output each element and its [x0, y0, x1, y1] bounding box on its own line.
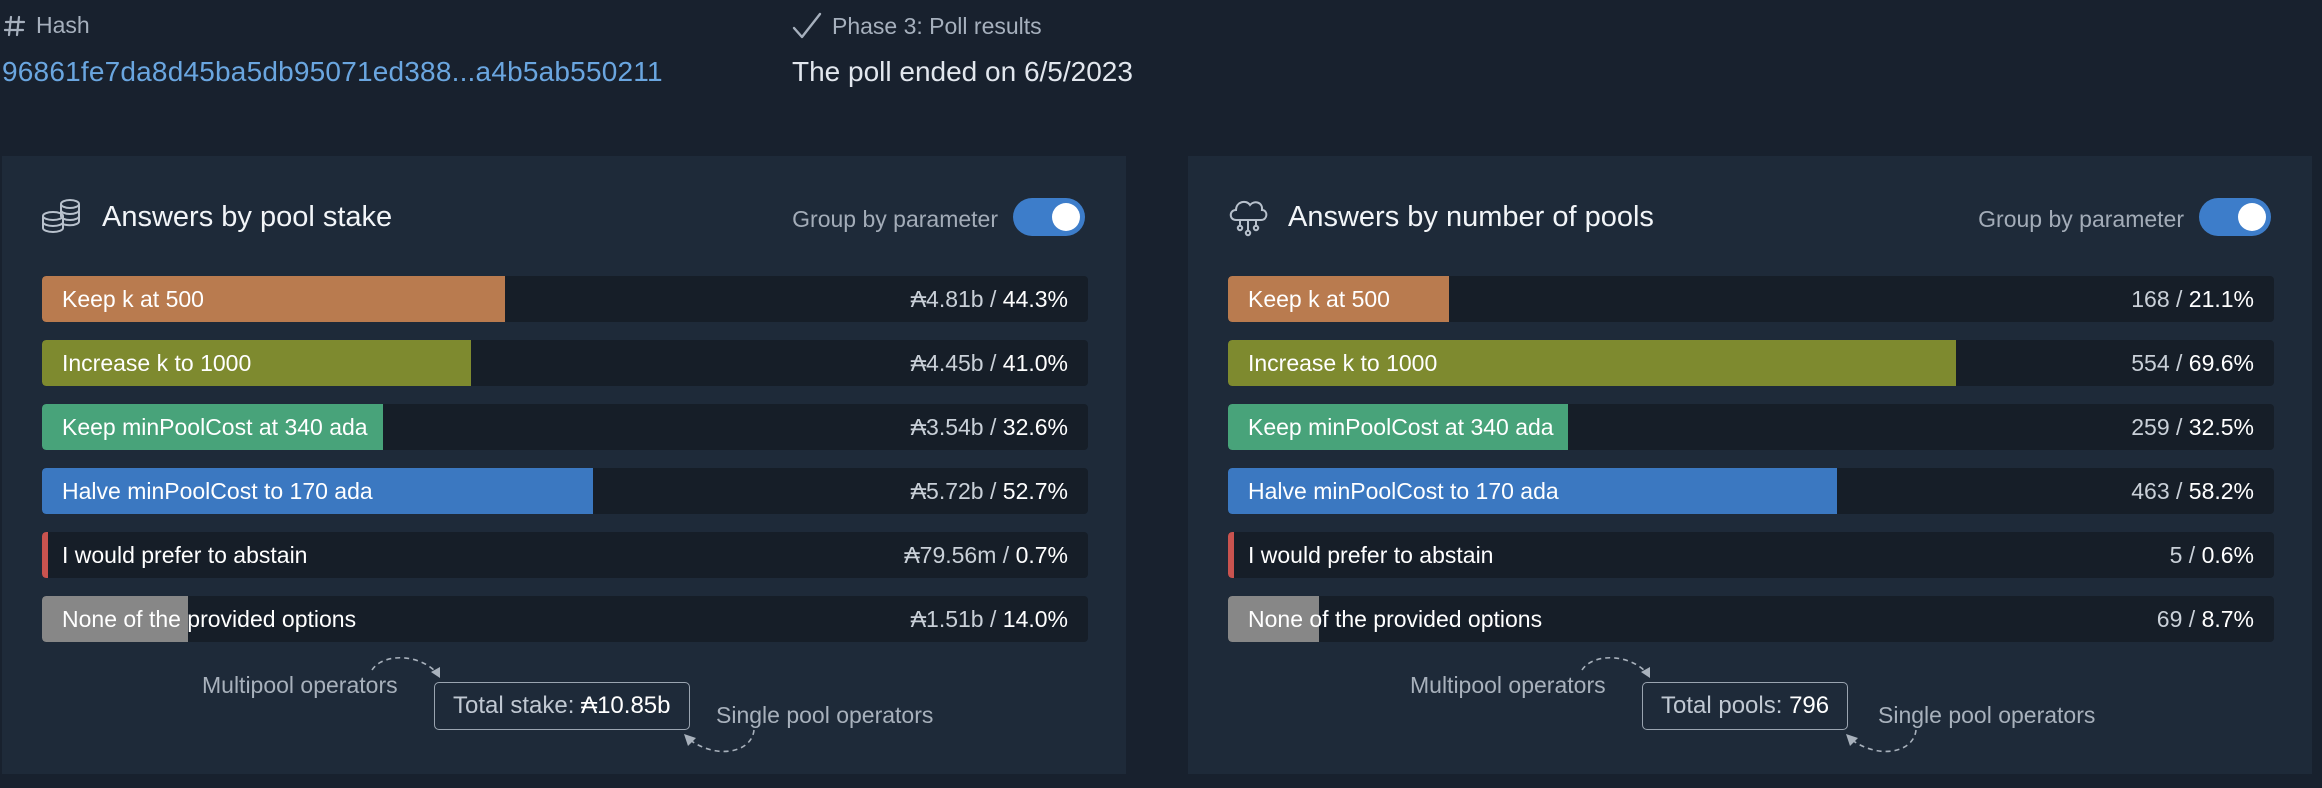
total-stake-value: ₳10.85b — [581, 692, 671, 719]
answer-percent: 32.5% — [2188, 414, 2254, 440]
answer-percent: 44.3% — [1002, 286, 1068, 312]
coins-icon — [42, 199, 80, 234]
answer-value: 69 / 8.7% — [2156, 606, 2254, 632]
total-pools-box: Total pools: 796 — [1642, 682, 1849, 730]
poll-ended-text: The poll ended on 6/5/2023 — [792, 56, 1133, 87]
answer-amount: 554 — [2131, 350, 2170, 376]
answer-amount: ₳4.45b — [910, 350, 984, 376]
total-stake-box: Total stake: ₳10.85b — [434, 682, 690, 730]
answer-value: ₳1.51b / 14.0% — [910, 606, 1068, 632]
group-by-parameter-toggle[interactable] — [1013, 198, 1085, 236]
total-pools-value: 796 — [1789, 692, 1830, 719]
checkmark-icon — [792, 12, 822, 39]
answer-label: I would prefer to abstain — [62, 542, 308, 568]
single-pool-arrow-icon — [684, 729, 755, 753]
pools-results-panel: Answers by number of pools Group by para… — [1188, 156, 2312, 774]
panel-title: Answers by number of pools — [1288, 201, 1654, 233]
group-by-parameter-label: Group by parameter — [1978, 206, 2184, 232]
answer-row: Increase k to 1000 ₳4.45b / 41.0% — [42, 340, 1088, 386]
answer-amount: 5 — [2169, 542, 2183, 568]
answer-value: ₳5.72b / 52.7% — [910, 478, 1068, 504]
answer-percent: 58.2% — [2188, 478, 2254, 504]
multipool-arrow-icon — [1581, 656, 1650, 678]
answer-amount: ₳5.72b — [910, 478, 984, 504]
answer-value: 554 / 69.6% — [2131, 350, 2254, 376]
answer-percent: 21.1% — [2188, 286, 2254, 312]
answer-label: Keep k at 500 — [62, 286, 204, 312]
hash-label: Hash — [36, 12, 90, 38]
answer-label: None of the provided options — [1248, 606, 1543, 632]
answer-value: 259 / 32.5% — [2131, 414, 2254, 440]
answer-label: None of the provided options — [62, 606, 357, 632]
total-stake-label: Total stake: — [453, 692, 575, 719]
answer-row: Keep minPoolCost at 340 ada ₳3.54b / 32.6… — [42, 404, 1088, 450]
multipool-operators-label: Multipool operators — [1410, 672, 1606, 698]
answer-value: 5 / 0.6% — [2169, 542, 2254, 568]
answer-label: Keep minPoolCost at 340 ada — [1248, 414, 1554, 440]
answer-value: ₳79.56m / 0.7% — [904, 542, 1068, 568]
answer-row: Increase k to 1000 554 / 69.6% — [1228, 340, 2274, 386]
answer-percent: 0.6% — [2201, 542, 2254, 568]
answer-amount: ₳4.81b — [910, 286, 984, 312]
phase-label: Phase 3: Poll results — [832, 12, 1042, 39]
answer-value: 168 / 21.1% — [2131, 286, 2254, 312]
answer-row: I would prefer to abstain 5 / 0.6% — [1228, 532, 2274, 578]
answer-amount: ₳1.51b — [910, 606, 984, 632]
answer-label: Increase k to 1000 — [1248, 350, 1438, 376]
answer-percent: 14.0% — [1002, 606, 1068, 632]
answer-percent: 52.7% — [1002, 478, 1068, 504]
answer-amount: ₳79.56m — [904, 542, 997, 568]
answer-amount: 463 — [2131, 478, 2170, 504]
single-pool-arrow-icon — [1846, 729, 1917, 753]
phase-header: Phase 3: Poll results — [792, 12, 1042, 40]
single-pool-operators-label: Single pool operators — [716, 702, 934, 728]
cloud-network-icon — [1229, 200, 1268, 237]
answer-percent: 69.6% — [2188, 350, 2254, 376]
answer-bar-fill — [1228, 532, 1234, 578]
hash-link[interactable]: 96861fe7da8d45ba5db95071ed388...a4b5ab55… — [2, 56, 663, 88]
answer-percent: 0.7% — [1015, 542, 1068, 568]
answer-row: Keep minPoolCost at 340 ada 259 / 32.5% — [1228, 404, 2274, 450]
stake-results-panel: Answers by pool stake Group by parameter… — [2, 156, 1126, 774]
single-pool-operators-label: Single pool operators — [1878, 702, 2096, 728]
answer-row: Halve minPoolCost to 170 ada 463 / 58.2% — [1228, 468, 2274, 514]
answer-label: Halve minPoolCost to 170 ada — [1248, 478, 1559, 504]
answer-value: ₳4.81b / 44.3% — [910, 286, 1068, 312]
answer-amount: 168 — [2131, 286, 2170, 312]
answer-percent: 8.7% — [2201, 606, 2254, 632]
answer-amount: ₳3.54b — [910, 414, 984, 440]
answer-label: Keep k at 500 — [1248, 286, 1390, 312]
answer-row: Halve minPoolCost to 170 ada ₳5.72b / 52.… — [42, 468, 1088, 514]
answer-label: I would prefer to abstain — [1248, 542, 1494, 568]
answer-value: ₳4.45b / 41.0% — [910, 350, 1068, 376]
group-by-parameter-label: Group by parameter — [792, 206, 998, 232]
answer-value: 463 / 58.2% — [2131, 478, 2254, 504]
answer-rows: Keep k at 500 ₳4.81b / 44.3% Increase k to… — [42, 276, 1088, 660]
group-by-parameter-toggle[interactable] — [2199, 198, 2271, 236]
answer-row: None of the provided options 69 / 8.7% — [1228, 596, 2274, 642]
hash-icon — [4, 15, 26, 36]
answer-percent: 41.0% — [1002, 350, 1068, 376]
answer-amount: 69 — [2156, 606, 2183, 632]
answer-row: Keep k at 500 ₳4.81b / 44.3% — [42, 276, 1088, 322]
multipool-arrow-icon — [371, 656, 440, 678]
answer-amount: 259 — [2131, 414, 2170, 440]
panel-title: Answers by pool stake — [102, 201, 393, 233]
total-pools-label: Total pools: — [1661, 692, 1783, 719]
answer-value: ₳3.54b / 32.6% — [910, 414, 1068, 440]
answer-percent: 32.6% — [1002, 414, 1068, 440]
answer-label: Halve minPoolCost to 170 ada — [62, 478, 373, 504]
toggle-knob — [2238, 203, 2266, 231]
answer-rows: Keep k at 500 168 / 21.1% Increase k to 10… — [1228, 276, 2274, 660]
answer-label: Keep minPoolCost at 340 ada — [62, 414, 368, 440]
answer-row: Keep k at 500 168 / 21.1% — [1228, 276, 2274, 322]
answer-label: Increase k to 1000 — [62, 350, 252, 376]
answer-bar-fill — [42, 532, 48, 578]
hash-header: Hash — [4, 12, 90, 39]
answer-row: None of the provided options ₳1.51b / 14.… — [42, 596, 1088, 642]
answer-row: I would prefer to abstain ₳79.56m / 0.7% — [42, 532, 1088, 578]
toggle-knob — [1052, 203, 1080, 231]
